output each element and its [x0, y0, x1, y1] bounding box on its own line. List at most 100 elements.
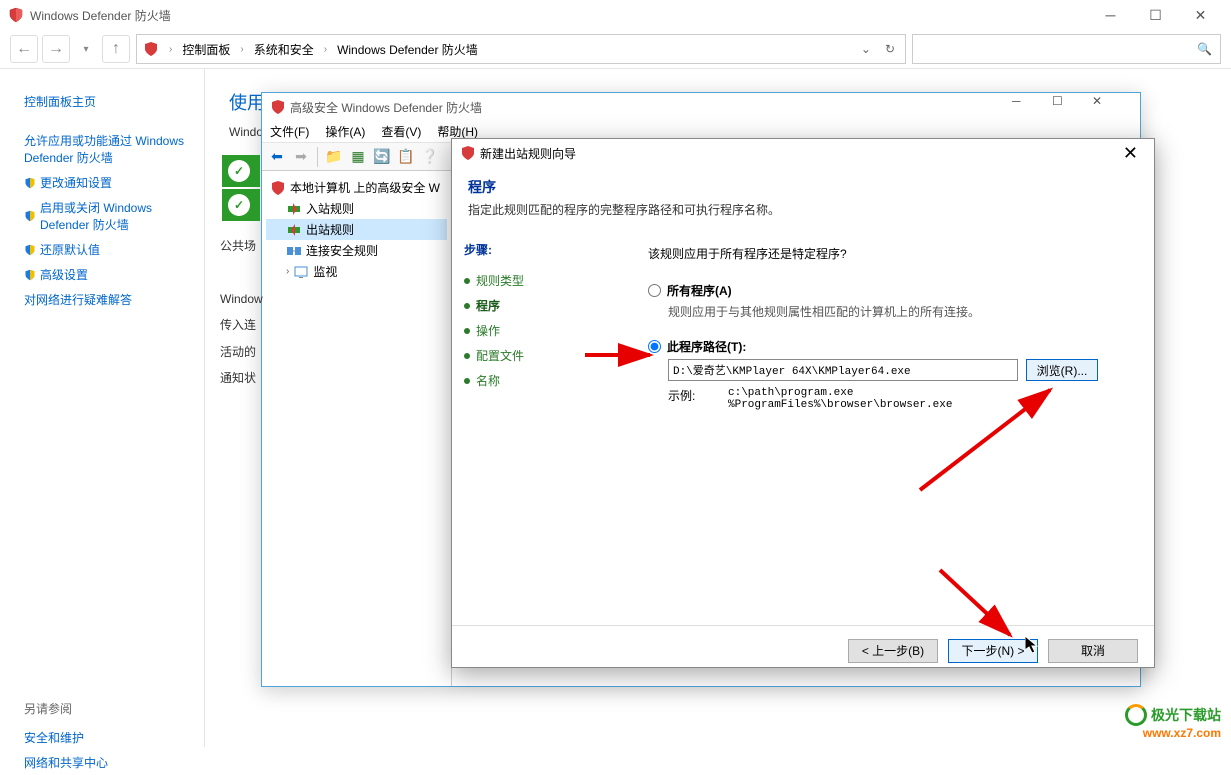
sidebar-troubleshoot-link[interactable]: 对网络进行疑难解答 [24, 287, 188, 312]
tree-inbound-rules[interactable]: 入站规则 [266, 198, 447, 219]
step-name[interactable]: 名称 [464, 368, 620, 393]
monitor-icon [293, 264, 309, 280]
adv-titlebar: 高级安全 Windows Defender 防火墙 ─ ☐ ✕ [262, 93, 1140, 121]
radio-all-programs[interactable] [648, 284, 661, 297]
example-label: 示例: [668, 387, 708, 411]
shield-icon [24, 269, 36, 281]
step-profile[interactable]: 配置文件 [464, 343, 620, 368]
shield-icon [24, 244, 36, 256]
check-icon: ✓ [228, 194, 250, 216]
breadcrumb-dropdown[interactable]: ⌄ [857, 42, 875, 56]
adv-tree: 本地计算机 上的高级安全 W 入站规则 出站规则 连接安全规则 › 监视 [262, 171, 452, 686]
connection-icon [286, 243, 302, 259]
outbound-icon [286, 222, 302, 238]
main-title: Windows Defender 防火墙 [30, 7, 171, 24]
nav-history-dropdown[interactable]: ▾ [76, 35, 96, 63]
toolbar-help-icon[interactable]: ❔ [419, 146, 441, 168]
sidebar-security-maint-link[interactable]: 安全和维护 [24, 725, 188, 750]
close-button[interactable]: ✕ [1178, 1, 1223, 29]
tree-connection-security[interactable]: 连接安全规则 [266, 240, 447, 261]
cancel-button[interactable]: 取消 [1048, 639, 1138, 663]
wizard-steps-panel: 步骤: 规则类型 程序 操作 配置文件 名称 [452, 225, 632, 625]
toolbar-forward-button[interactable]: ➡ [290, 146, 312, 168]
next-button[interactable]: 下一步(N) > [948, 639, 1038, 663]
adv-minimize-button[interactable]: ─ [1012, 94, 1052, 120]
tree-monitoring[interactable]: › 监视 [266, 261, 447, 282]
wizard-subheading: 指定此规则匹配的程序的完整程序路径和可执行程序名称。 [468, 201, 1138, 218]
adv-maximize-button[interactable]: ☐ [1052, 94, 1092, 120]
sidebar-toggle-link[interactable]: 启用或关闭 Windows Defender 防火墙 [24, 195, 188, 237]
refresh-button[interactable]: ↻ [881, 42, 899, 56]
toolbar-back-button[interactable]: ⬅ [266, 146, 288, 168]
shield-icon [24, 210, 36, 222]
step-rule-type[interactable]: 规则类型 [464, 268, 620, 293]
watermark-name: 极光下载站 [1151, 705, 1221, 725]
address-bar-row: ← → ▾ ↑ › 控制面板 › 系统和安全 › Windows Defende… [0, 30, 1231, 69]
wizard-title: 新建出站规则向导 [480, 145, 576, 162]
breadcrumb-bar[interactable]: › 控制面板 › 系统和安全 › Windows Defender 防火墙 ⌄ … [136, 34, 906, 64]
back-button[interactable]: < 上一步(B) [848, 639, 938, 663]
menu-action[interactable]: 操作(A) [325, 123, 365, 140]
nav-back-button[interactable]: ← [10, 35, 38, 63]
step-program[interactable]: 程序 [464, 293, 620, 318]
wizard-question: 该规则应用于所有程序还是特定程序? [648, 245, 1138, 262]
sidebar-home-link[interactable]: 控制面板主页 [24, 89, 188, 114]
chevron-right-icon: › [169, 44, 172, 55]
wizard-header: 程序 指定此规则匹配的程序的完整程序路径和可执行程序名称。 [452, 167, 1154, 225]
sidebar: 控制面板主页 允许应用或功能通过 Windows Defender 防火墙 更改… [0, 69, 205, 747]
new-rule-wizard-dialog: 新建出站规则向导 ✕ 程序 指定此规则匹配的程序的完整程序路径和可执行程序名称。… [451, 138, 1155, 668]
browse-button[interactable]: 浏览(R)... [1026, 359, 1098, 381]
example-text: c:\path\program.exe %ProgramFiles%\brows… [728, 387, 952, 411]
search-icon: 🔍 [1197, 42, 1212, 56]
wizard-close-button[interactable]: ✕ [1115, 143, 1146, 164]
sidebar-network-share-link[interactable]: 网络和共享中心 [24, 750, 188, 775]
toolbar-refresh-icon[interactable]: 🔄 [371, 146, 393, 168]
breadcrumb-item[interactable]: 系统和安全 [254, 41, 314, 58]
maximize-button[interactable]: ☐ [1133, 1, 1178, 29]
radio-all-desc: 规则应用于与其他规则属性相匹配的计算机上的所有连接。 [668, 303, 1138, 320]
shield-icon [143, 41, 159, 57]
nav-forward-button[interactable]: → [42, 35, 70, 63]
wizard-footer: < 上一步(B) 下一步(N) > 取消 [452, 625, 1154, 675]
sidebar-advanced-link[interactable]: 高级设置 [24, 262, 188, 287]
nav-up-button[interactable]: ↑ [102, 35, 130, 63]
toolbar-export-icon[interactable]: 📋 [395, 146, 417, 168]
breadcrumb-item[interactable]: 控制面板 [182, 41, 230, 58]
watermark-url: www.xz7.com [1143, 726, 1221, 740]
logo-icon [1125, 704, 1147, 726]
shield-icon [24, 177, 36, 189]
radio-all-label: 所有程序(A) [667, 282, 732, 299]
expand-icon: › [286, 266, 289, 277]
menu-file[interactable]: 文件(F) [270, 123, 309, 140]
check-icon: ✓ [228, 160, 250, 182]
tree-root[interactable]: 本地计算机 上的高级安全 W [266, 177, 447, 198]
radio-program-path[interactable] [648, 340, 661, 353]
sidebar-notify-link[interactable]: 更改通知设置 [24, 170, 188, 195]
search-input[interactable]: 🔍 [912, 34, 1221, 64]
shield-icon [8, 7, 24, 23]
wizard-heading: 程序 [468, 177, 1138, 197]
menu-view[interactable]: 查看(V) [381, 123, 421, 140]
sidebar-allow-app-link[interactable]: 允许应用或功能通过 Windows Defender 防火墙 [24, 128, 188, 170]
shield-icon [270, 99, 286, 115]
shield-icon [460, 145, 476, 161]
steps-title: 步骤: [464, 241, 620, 258]
wizard-titlebar: 新建出站规则向导 ✕ [452, 139, 1154, 167]
toolbar-list-icon[interactable]: ▦ [347, 146, 369, 168]
minimize-button[interactable]: ─ [1088, 1, 1133, 29]
program-path-input[interactable] [668, 359, 1018, 381]
radio-path-label: 此程序路径(T): [667, 338, 746, 355]
sidebar-restore-link[interactable]: 还原默认值 [24, 237, 188, 262]
wizard-content: 该规则应用于所有程序还是特定程序? 所有程序(A) 规则应用于与其他规则属性相匹… [632, 225, 1154, 625]
shield-icon [270, 180, 286, 196]
main-titlebar: Windows Defender 防火墙 ─ ☐ ✕ [0, 0, 1231, 30]
tree-outbound-rules[interactable]: 出站规则 [266, 219, 447, 240]
inbound-icon [286, 201, 302, 217]
toolbar-folder-icon[interactable]: 📁 [323, 146, 345, 168]
chevron-right-icon: › [240, 44, 243, 55]
adv-close-button[interactable]: ✕ [1092, 94, 1132, 120]
breadcrumb-item[interactable]: Windows Defender 防火墙 [337, 41, 478, 58]
chevron-right-icon: › [324, 44, 327, 55]
step-action[interactable]: 操作 [464, 318, 620, 343]
watermark: 极光下载站 www.xz7.com [1125, 704, 1221, 740]
